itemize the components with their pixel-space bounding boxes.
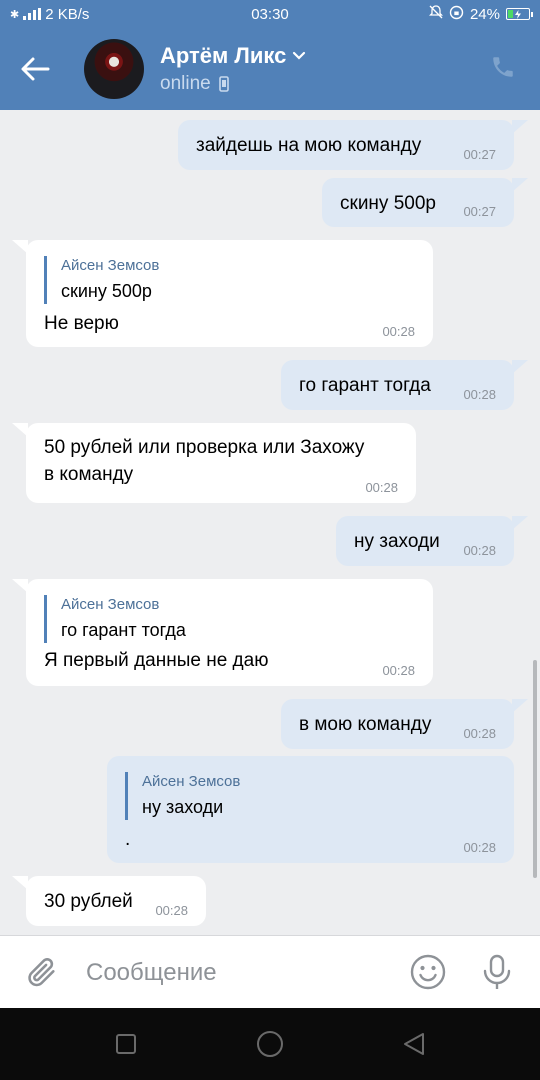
bubble-tail xyxy=(512,360,528,374)
battery-percent: 24% xyxy=(469,5,500,23)
message-bubble[interactable]: 30 рублей 00:28 xyxy=(12,876,206,926)
quoted-reply[interactable]: Айсен Земсов го гарант тогда xyxy=(44,595,186,643)
message-bubble[interactable]: ну заходи 00:28 xyxy=(336,516,528,566)
message-time: 00:28 xyxy=(155,903,188,918)
scrollbar[interactable] xyxy=(533,660,537,878)
back-button[interactable] xyxy=(0,28,70,110)
status-left: ✱ 2 KB/s xyxy=(10,6,89,23)
call-button[interactable] xyxy=(488,52,518,82)
back-arrow-icon xyxy=(21,57,50,81)
bubble-tail xyxy=(512,699,528,713)
android-navigation-bar xyxy=(0,1008,540,1080)
rotation-lock-icon xyxy=(449,5,464,24)
back-nav-button[interactable] xyxy=(398,1028,430,1060)
square-icon xyxy=(116,1034,136,1054)
message-input[interactable] xyxy=(86,954,386,992)
contact-name: Артём Ликс xyxy=(160,43,287,68)
status-bar: ✱ 2 KB/s 03:30 24% xyxy=(0,0,540,28)
recents-button[interactable] xyxy=(110,1028,142,1060)
message-text: Не верю xyxy=(44,313,119,334)
signal-icon xyxy=(23,8,42,20)
message-text-line2: в команду xyxy=(44,464,134,485)
bubble-tail xyxy=(12,423,28,437)
message-time: 00:28 xyxy=(463,543,496,558)
reply-text: ну заходи xyxy=(142,797,224,817)
mobile-device-icon xyxy=(218,76,229,92)
online-status: online xyxy=(160,73,211,94)
message-text-line1: 50 рублей или проверка или Захожу xyxy=(44,437,365,458)
message-text: скину 500р xyxy=(340,193,436,214)
message-bubble[interactable]: в мою команду 00:28 xyxy=(281,699,528,749)
triangle-back-icon xyxy=(404,1033,424,1055)
reply-text: скину 500р xyxy=(61,281,152,301)
message-time: 00:28 xyxy=(463,840,496,855)
circle-icon xyxy=(257,1031,283,1057)
message-time: 00:28 xyxy=(463,387,496,402)
message-bubble[interactable]: 50 рублей или проверка или Захожу в кома… xyxy=(12,423,416,503)
wifi-calling-icon: ✱ xyxy=(10,8,20,21)
message-text: ну заходи xyxy=(354,531,440,552)
status-right: 24% xyxy=(428,5,533,24)
message-text: 30 рублей xyxy=(44,891,133,912)
attach-button[interactable] xyxy=(22,952,62,992)
message-time: 00:28 xyxy=(382,324,415,339)
message-bubble[interactable]: зайдешь на мою команду 00:27 xyxy=(178,120,528,170)
network-speed: 2 KB/s xyxy=(45,5,90,23)
quoted-reply[interactable]: Айсен Земсов ну заходи xyxy=(125,772,240,820)
message-text: го гарант тогда xyxy=(299,375,431,396)
bubble-tail xyxy=(12,240,28,254)
message-time: 00:28 xyxy=(463,726,496,741)
chevron-down-icon xyxy=(293,51,306,60)
message-bubble[interactable]: Айсен Земсов скину 500р Не верю 00:28 xyxy=(12,240,433,347)
voice-button[interactable] xyxy=(477,952,517,992)
message-time: 00:27 xyxy=(463,204,496,219)
home-button[interactable] xyxy=(254,1028,286,1060)
top-bar: ✱ 2 KB/s 03:30 24% Артём Ликс online xyxy=(0,0,540,110)
message-bubble[interactable]: Айсен Земсов ну заходи . 00:28 xyxy=(107,756,514,863)
message-time: 00:28 xyxy=(365,480,398,495)
reply-author: Айсен Земсов xyxy=(61,257,160,274)
mute-bell-icon xyxy=(428,5,444,23)
bubble-tail xyxy=(512,178,528,192)
chat-header: Артём Ликс online xyxy=(0,28,540,110)
message-time: 00:27 xyxy=(463,147,496,162)
message-text: зайдешь на мою команду xyxy=(196,135,422,156)
message-bubble[interactable]: Айсен Земсов го гарант тогда Я первый да… xyxy=(12,579,433,686)
message-bubble[interactable]: скину 500р 00:27 xyxy=(322,178,528,227)
quoted-reply[interactable]: Айсен Земсов скину 500р xyxy=(44,256,159,304)
bubble-tail xyxy=(512,516,528,530)
message-text: Я первый данные не даю xyxy=(44,650,269,671)
contact-info[interactable]: Артём Ликс online xyxy=(160,43,306,95)
message-text: . xyxy=(125,829,131,850)
avatar[interactable] xyxy=(84,39,144,99)
message-text: в мою команду xyxy=(299,714,432,735)
paperclip-icon xyxy=(28,958,55,987)
message-composer xyxy=(0,935,540,1008)
bubble-tail xyxy=(12,579,28,593)
message-time: 00:28 xyxy=(382,663,415,678)
reply-author: Айсен Земсов xyxy=(61,596,160,613)
bubble-tail xyxy=(12,876,28,890)
battery-icon xyxy=(506,8,533,20)
reply-text: го гарант тогда xyxy=(61,620,186,640)
microphone-icon xyxy=(483,954,511,989)
message-bubble[interactable]: го гарант тогда 00:28 xyxy=(281,360,528,410)
smiley-icon xyxy=(410,954,446,990)
phone-icon xyxy=(493,57,513,77)
emoji-button[interactable] xyxy=(408,952,448,992)
bubble-tail xyxy=(512,120,528,134)
reply-author: Айсен Земсов xyxy=(142,773,241,790)
